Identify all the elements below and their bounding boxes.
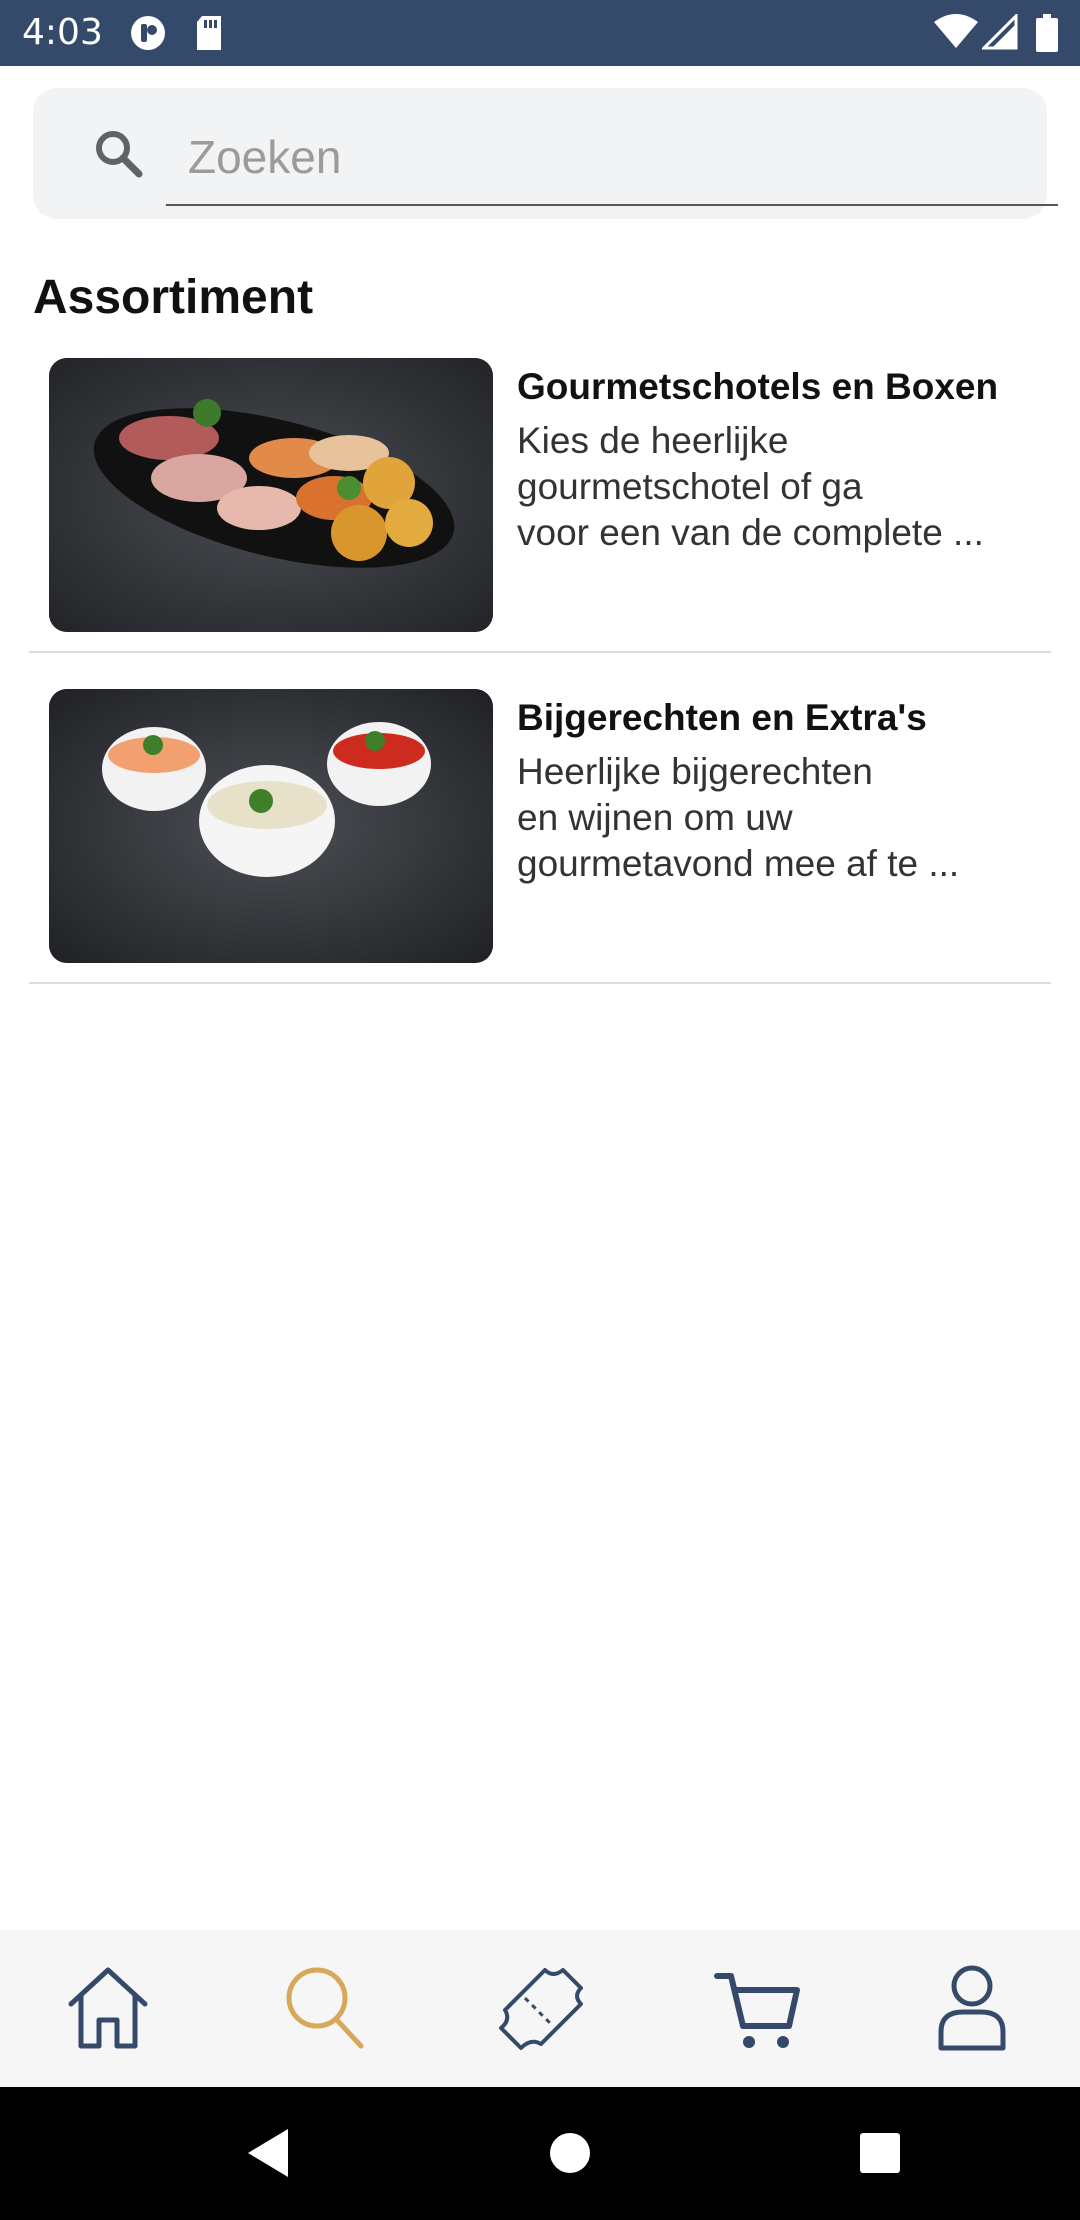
description-line: Heerlijke bijgerechten [517,751,873,792]
description-line: gourmetschotel of ga [517,466,863,507]
description-line: voor een van de complete ... [517,512,984,553]
product-item-gourmetschotels[interactable]: Gourmetschotels en Boxen Kies de heerlij… [29,322,1051,653]
nav-cart[interactable] [648,1930,864,2087]
back-icon [248,2129,288,2177]
product-description: Heerlijke bijgerechten en wijnen om uw g… [517,749,1017,887]
status-time: 4:03 [22,12,103,53]
nav-tickets[interactable] [432,1930,648,2087]
home-circle-icon [550,2133,590,2173]
product-description: Kies de heerlijke gourmetschotel of ga v… [517,418,1017,556]
ticket-icon [499,1968,583,2050]
status-bar: 4:03 [0,0,1080,66]
recents-icon [860,2133,900,2173]
product-item-bijgerechten[interactable]: Bijgerechten en Extra's Heerlijke bijger… [29,653,1051,984]
battery-icon [1036,14,1058,57]
search-icon [286,1967,364,2049]
bottom-navigation [0,1930,1080,2087]
product-title: Gourmetschotels en Boxen [517,366,999,407]
nav-profile[interactable] [864,1930,1080,2087]
signal-icon [980,12,1018,55]
search-bar [33,88,1058,219]
profile-icon [938,1965,1006,2051]
product-title: Bijgerechten en Extra's [517,697,927,738]
sauces-image [49,689,493,963]
nav-home[interactable] [0,1930,216,2087]
wifi-icon [934,14,978,55]
nav-search[interactable] [216,1930,432,2087]
search-icon [93,128,145,185]
home-button[interactable] [470,2087,670,2220]
system-navigation-bar [0,2087,1080,2220]
home-icon [68,1967,148,2049]
cart-icon [714,1973,800,2048]
gourmet-platter-image [49,358,493,632]
notification-app-icon [128,14,168,57]
section-title: Assortiment [33,271,314,324]
search-input[interactable] [166,110,1058,206]
back-button[interactable] [170,2087,370,2220]
recents-button[interactable] [780,2087,980,2220]
description-line: gourmetavond mee af te ... [517,843,960,884]
sd-card-icon [194,14,224,57]
description-line: en wijnen om uw [517,797,793,838]
description-line: Kies de heerlijke [517,420,789,461]
